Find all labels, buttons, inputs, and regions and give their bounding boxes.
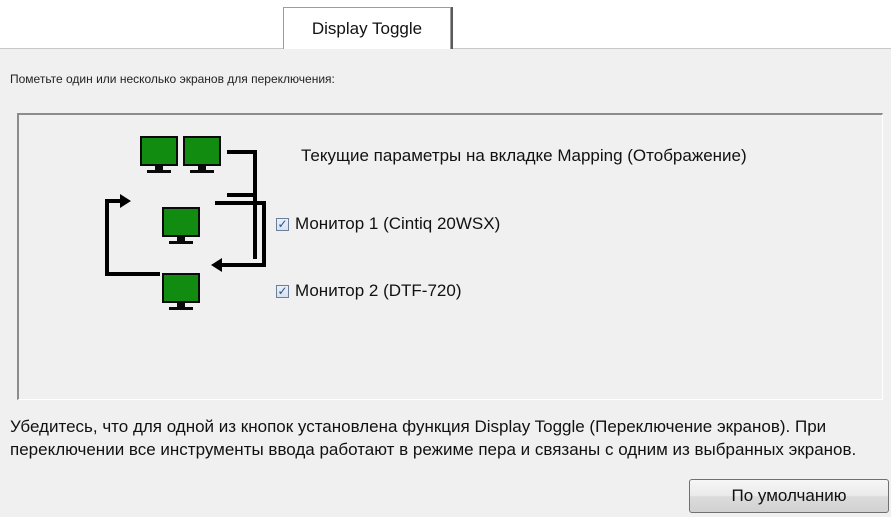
tab-page: Пометьте один или несколько экранов для …	[0, 48, 891, 517]
display-panel: Текущие параметры на вкладке Mapping (От…	[17, 113, 883, 400]
instruction-text: Пометьте один или несколько экранов для …	[10, 72, 335, 86]
monitor-1-checkbox-row[interactable]: ✓ Монитор 1 (Cintiq 20WSX)	[276, 214, 500, 234]
tab-display-toggle[interactable]: Display Toggle	[283, 7, 451, 49]
monitor-1-icon	[162, 207, 200, 244]
monitor-1-label: Монитор 1 (Cintiq 20WSX)	[295, 214, 501, 233]
default-button-label: По умолчанию	[731, 486, 847, 505]
toggle-cycle-diagram	[105, 136, 266, 310]
info-note: Убедитесь, что для одной из кнопок устан…	[10, 417, 857, 459]
checkmark-icon: ✓	[277, 284, 288, 298]
current-mapping-label: Текущие параметры на вкладке Mapping (От…	[301, 146, 747, 165]
tab-display-toggle-label: Display Toggle	[311, 18, 423, 38]
monitor-2-icon	[162, 273, 200, 310]
monitor-2-checkbox-row[interactable]: ✓ Монитор 2 (DTF-720)	[276, 281, 462, 301]
monitor-2-checkbox[interactable]: ✓	[276, 284, 289, 298]
monitor-1-checkbox[interactable]: ✓	[276, 217, 289, 231]
monitor-pair-icon	[140, 136, 221, 173]
default-button[interactable]: По умолчанию	[689, 479, 889, 513]
monitor-2-label: Монитор 2 (DTF-720)	[295, 281, 462, 300]
checkmark-icon: ✓	[277, 217, 288, 231]
